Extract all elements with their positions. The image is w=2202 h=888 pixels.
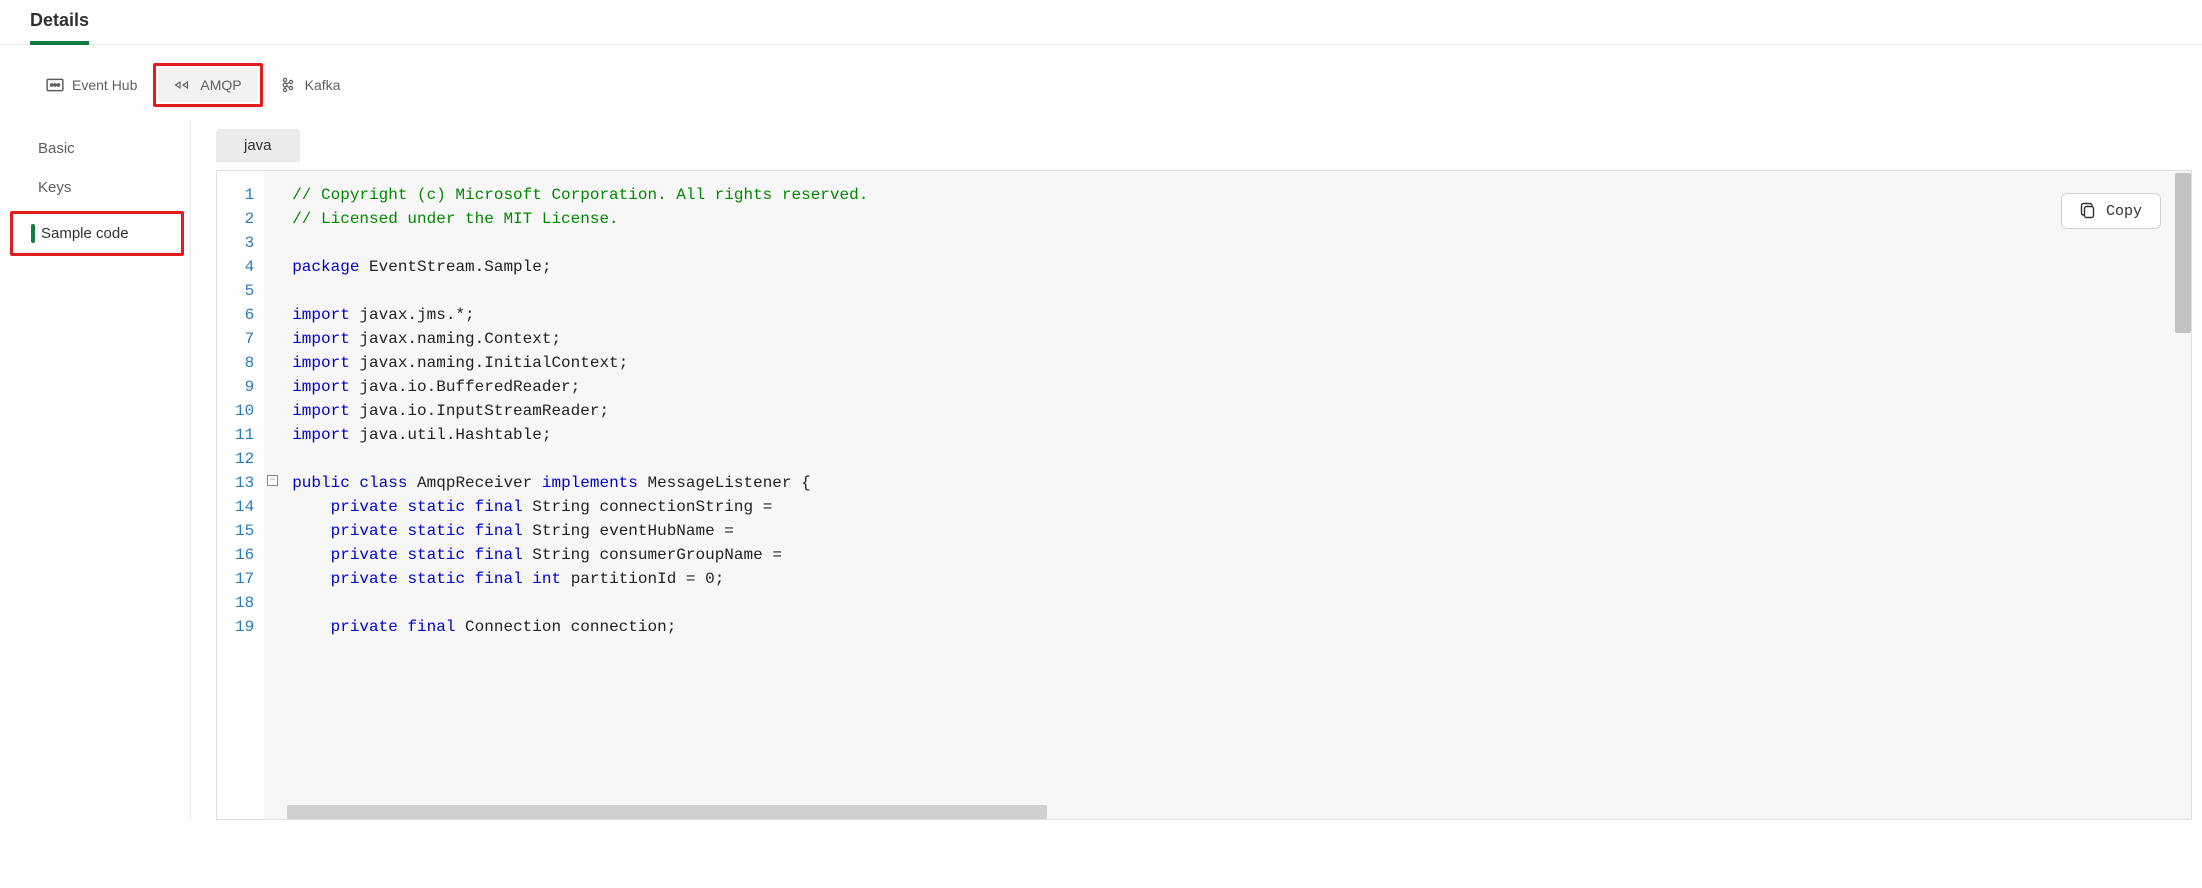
- code-keyword: private: [331, 570, 398, 588]
- code-keyword: public: [292, 474, 350, 492]
- protocol-tabs: Event Hub AMQP: [0, 45, 2202, 119]
- code-comment: // Licensed under the MIT License.: [292, 210, 618, 228]
- highlight-sample-code: Sample code: [10, 211, 184, 256]
- code-keyword: private: [331, 522, 398, 540]
- code-keyword: package: [292, 258, 359, 276]
- nav-sample-code[interactable]: Sample code: [13, 214, 181, 253]
- code-text: AmqpReceiver: [407, 474, 541, 492]
- code-keyword: final: [475, 522, 523, 540]
- line-number: 13: [235, 471, 254, 495]
- line-number: 12: [235, 447, 254, 471]
- body-area: Basic Keys Sample code java 1 2 3 4 5 6 …: [0, 119, 2202, 820]
- code-text: String: [523, 498, 600, 516]
- code-keyword: final: [407, 618, 455, 636]
- tab-event-hub[interactable]: Event Hub: [30, 68, 153, 102]
- left-nav: Basic Keys Sample code: [0, 119, 190, 820]
- line-number: 18: [235, 591, 254, 615]
- code-keyword: import: [292, 306, 350, 324]
- code-keyword: class: [359, 474, 407, 492]
- code-keyword: final: [475, 498, 523, 516]
- line-number: 5: [235, 279, 254, 303]
- code-keyword: import: [292, 378, 350, 396]
- code-keyword: import: [292, 426, 350, 444]
- line-number: 4: [235, 255, 254, 279]
- code-keyword: import: [292, 402, 350, 420]
- line-number: 17: [235, 567, 254, 591]
- code-keyword: private: [331, 618, 398, 636]
- code-text: String: [523, 522, 600, 540]
- code-block: 1 2 3 4 5 6 7 8 9 10 11 12 13 14 15 16 1…: [216, 170, 2192, 820]
- code-keyword: import: [292, 354, 350, 372]
- copy-button[interactable]: Copy: [2061, 193, 2161, 229]
- code-text: java.util.Hashtable;: [350, 426, 552, 444]
- highlight-amqp: AMQP: [153, 63, 262, 107]
- tab-kafka[interactable]: Kafka: [263, 68, 357, 102]
- code-comment: // Copyright (c) Microsoft Corporation. …: [292, 186, 868, 204]
- line-number: 7: [235, 327, 254, 351]
- copy-button-label: Copy: [2106, 203, 2142, 220]
- line-number: 16: [235, 543, 254, 567]
- page-title: Details: [30, 10, 89, 45]
- line-number: 1: [235, 183, 254, 207]
- horizontal-scrollbar[interactable]: [287, 805, 1047, 819]
- nav-basic[interactable]: Basic: [0, 129, 190, 168]
- code-text: javax.naming.Context;: [350, 330, 561, 348]
- code-keyword: private: [331, 498, 398, 516]
- code-keyword: int: [532, 570, 561, 588]
- code-keyword: final: [475, 570, 523, 588]
- code-keyword: static: [407, 570, 465, 588]
- header-row: Details: [0, 0, 2202, 45]
- copy-icon: [2080, 202, 2096, 220]
- tab-amqp[interactable]: AMQP: [158, 68, 257, 102]
- code-keyword: implements: [542, 474, 638, 492]
- code-text: EventStream.Sample;: [359, 258, 551, 276]
- code-keyword: private: [331, 546, 398, 564]
- line-number: 8: [235, 351, 254, 375]
- code-keyword: static: [407, 498, 465, 516]
- language-tabs: java: [216, 129, 2192, 162]
- event-hub-icon: [46, 76, 64, 94]
- line-number: 3: [235, 231, 254, 255]
- amqp-icon: [174, 76, 192, 94]
- code-text: java.io.BufferedReader;: [350, 378, 580, 396]
- kafka-icon: [279, 76, 297, 94]
- vertical-scrollbar[interactable]: [2175, 173, 2191, 333]
- line-number-gutter: 1 2 3 4 5 6 7 8 9 10 11 12 13 14 15 16 1…: [217, 171, 264, 819]
- line-number: 14: [235, 495, 254, 519]
- line-number: 10: [235, 399, 254, 423]
- code-text: partitionId = 0;: [561, 570, 724, 588]
- code-keyword: final: [475, 546, 523, 564]
- line-number: 9: [235, 375, 254, 399]
- code-text: Connection connection;: [455, 618, 676, 636]
- code-text: consumerGroupName =: [599, 546, 791, 564]
- code-content[interactable]: // Copyright (c) Microsoft Corporation. …: [264, 171, 2191, 819]
- code-keyword: import: [292, 330, 350, 348]
- code-text: connectionString =: [599, 498, 781, 516]
- tab-event-hub-label: Event Hub: [72, 77, 137, 93]
- lang-tab-java[interactable]: java: [216, 129, 300, 162]
- tab-kafka-label: Kafka: [305, 77, 341, 93]
- nav-keys[interactable]: Keys: [0, 168, 190, 207]
- code-text: java.io.InputStreamReader;: [350, 402, 609, 420]
- code-text: eventHubName =: [599, 522, 743, 540]
- main-content: java 1 2 3 4 5 6 7 8 9 10 11 12 13 14 15…: [190, 119, 2202, 820]
- line-number: 19: [235, 615, 254, 639]
- line-number: 6: [235, 303, 254, 327]
- code-text: javax.naming.InitialContext;: [350, 354, 628, 372]
- code-text: MessageListener {: [638, 474, 811, 492]
- fold-collapse-icon[interactable]: −: [267, 475, 278, 486]
- code-text: String: [523, 546, 600, 564]
- line-number: 2: [235, 207, 254, 231]
- code-text: javax.jms.*;: [350, 306, 475, 324]
- code-keyword: static: [407, 546, 465, 564]
- code-keyword: static: [407, 522, 465, 540]
- line-number: 11: [235, 423, 254, 447]
- tab-amqp-label: AMQP: [200, 77, 241, 93]
- line-number: 15: [235, 519, 254, 543]
